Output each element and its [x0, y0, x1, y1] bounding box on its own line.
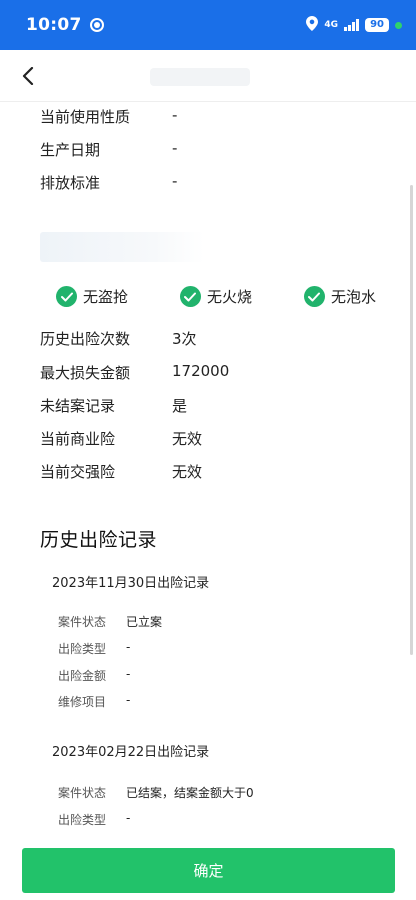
summary-value: 3次 — [172, 330, 197, 348]
record-field-label: 案件状态 — [58, 786, 107, 800]
network-type: 4G — [324, 19, 339, 30]
summary-value: 是 — [172, 397, 188, 415]
record-field: 出险类型 - — [58, 811, 130, 828]
record-field-value: - — [126, 640, 131, 654]
record-field-label: 出险类型 — [58, 642, 107, 656]
info-label: 当前使用性质 — [40, 108, 131, 126]
badge-label: 无火烧 — [206, 288, 252, 306]
privacy-dot-icon — [395, 21, 402, 29]
summary-value: 172000 — [172, 362, 230, 380]
badge-no-flood: 无泡水 — [303, 286, 376, 307]
record-field: 出险金额 - — [58, 667, 130, 684]
record-field: 案件状态 已结案，结案金额大于0 — [58, 784, 254, 801]
summary-row: 历史出险次数 3次 — [40, 328, 197, 349]
info-value: - — [172, 172, 178, 190]
record-field-label: 出险金额 — [58, 669, 107, 683]
record-field-value: 已结案，结案金额大于0 — [126, 786, 254, 800]
scrollbar[interactable] — [410, 185, 413, 655]
summary-value: 无效 — [172, 430, 203, 448]
badge-label: 无泡水 — [330, 288, 376, 306]
summary-value: 无效 — [172, 463, 203, 481]
record-field: 维修项目 - — [58, 693, 130, 710]
record-field-label: 维修项目 — [58, 695, 107, 709]
record-field-value: - — [126, 693, 131, 707]
record-field-value: - — [126, 811, 131, 825]
signal-icon — [344, 19, 360, 31]
nav-title-placeholder — [150, 68, 250, 86]
record-field-value: 已立案 — [126, 615, 163, 629]
back-arrow-icon[interactable] — [8, 56, 48, 96]
badge-no-fire: 无火烧 — [179, 286, 252, 307]
history-section-title: 历史出险记录 — [40, 529, 158, 551]
vehicle-info-row: 当前使用性质 - — [40, 106, 177, 127]
info-value: - — [172, 139, 178, 157]
summary-row: 当前商业险 无效 — [40, 428, 202, 449]
vehicle-info-row: 排放标准 - — [40, 172, 177, 193]
location-icon — [306, 15, 319, 35]
record-title: 2023年11月30日出险记录 — [52, 576, 210, 591]
report-content[interactable] — [0, 102, 416, 900]
status-bar: 10:07 4G 90 — [0, 0, 416, 50]
summary-label: 最大损失金额 — [40, 364, 131, 382]
record-field-value: - — [126, 667, 131, 681]
info-value: - — [172, 106, 178, 124]
summary-label: 历史出险次数 — [40, 330, 131, 348]
check-circle-icon — [56, 286, 77, 307]
badge-no-theft: 无盗抢 — [56, 286, 128, 307]
info-label: 生产日期 — [40, 141, 101, 159]
record-field-label: 出险类型 — [58, 813, 107, 827]
confirm-button[interactable]: 确定 — [22, 848, 395, 893]
summary-label: 未结案记录 — [40, 397, 116, 415]
summary-row: 最大损失金额 172000 — [40, 362, 229, 383]
summary-label: 当前交强险 — [40, 463, 116, 481]
badge-label: 无盗抢 — [83, 288, 129, 306]
notification-icon — [89, 18, 104, 32]
record-field: 出险类型 - — [58, 640, 130, 657]
record-title: 2023年02月22日出险记录 — [52, 745, 210, 760]
section-header-placeholder — [40, 232, 204, 262]
summary-label: 当前商业险 — [40, 430, 116, 448]
record-field: 案件状态 已立案 — [58, 613, 162, 630]
check-circle-icon — [179, 286, 201, 307]
nav-bar — [0, 50, 416, 102]
vehicle-info-row: 生产日期 - — [40, 139, 177, 160]
summary-row: 当前交强险 无效 — [40, 461, 202, 482]
info-label: 排放标准 — [40, 174, 101, 192]
status-indicators: 4G 90 — [306, 15, 402, 35]
status-time: 10:07 — [26, 15, 82, 35]
safety-badges: 无盗抢 无火烧 无泡水 — [56, 286, 376, 307]
summary-row: 未结案记录 是 — [40, 395, 187, 416]
check-circle-icon — [303, 286, 325, 307]
record-field-label: 案件状态 — [58, 615, 107, 629]
battery-level: 90 — [365, 18, 389, 32]
